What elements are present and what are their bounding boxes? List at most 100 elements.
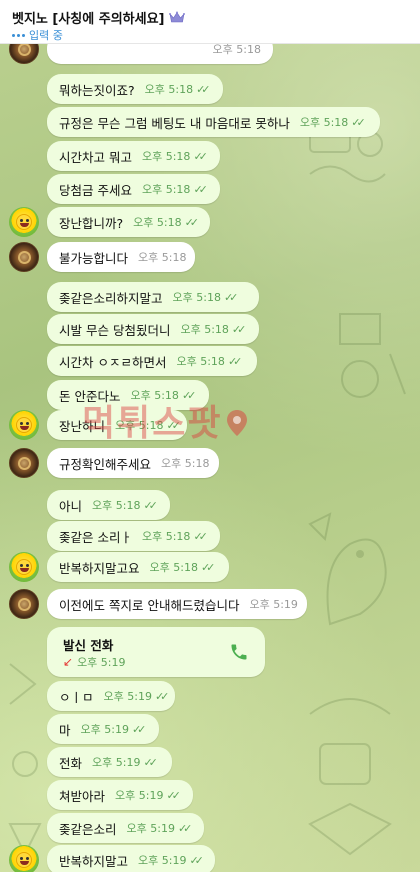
message-bubble[interactable]: 좆같은 소리ㅏ 오후 5:18 ✓✓ [47, 521, 220, 551]
double-check-icon: ✓✓ [189, 853, 204, 867]
message-row: 장난합니까? 오후 5:18 ✓✓ [0, 207, 420, 237]
chat-title[interactable]: 벳지노 [사칭에 주의하세요] [12, 8, 165, 27]
smiley-face-icon [16, 559, 32, 575]
message-meta: 오후 5:18 ✓✓ [142, 181, 208, 197]
message-text: 이전에도 쪽지로 안내해드렸습니다 [59, 597, 240, 613]
crown-icon [168, 11, 185, 23]
chat-title-row[interactable]: 벳지노 [사칭에 주의하세요] [12, 8, 408, 27]
message-meta: 오후 5:18 ✓✓ [142, 148, 208, 164]
message-row: 규정확인해주세요 오후 5:18 [0, 448, 420, 478]
outgoing-call-arrow-icon: ↙ [63, 655, 74, 669]
emblem-icon [18, 457, 31, 470]
message-bubble[interactable]: 오후 5:18 [47, 44, 273, 64]
message-bubble[interactable]: 쳐받아라 오후 5:19 ✓✓ [47, 780, 193, 810]
time-label: 오후 5:18 [149, 561, 198, 574]
double-check-icon: ✓✓ [131, 722, 147, 736]
avatar-betjino[interactable] [9, 589, 39, 619]
message-text: 규정확인해주세요 [59, 456, 152, 472]
message-meta: 오후 5:19 ✓✓ [104, 688, 170, 704]
call-title: 발신 전화 [63, 638, 114, 653]
message-row: 시간차 ㅇㅈㄹ하면서 오후 5:18 ✓✓ [0, 346, 420, 376]
message-row: 좆같은소리하지말고 오후 5:18 ✓✓ [0, 282, 420, 312]
time-label: 오후 5:18 [141, 530, 191, 543]
message-meta: 오후 5:18 ✓✓ [180, 321, 246, 337]
phone-icon[interactable] [229, 642, 249, 662]
time-label: 오후 5:18 [172, 291, 221, 304]
message-bubble[interactable]: 시간차고 뭐고 오후 5:18 ✓✓ [47, 141, 220, 171]
message-bubble[interactable]: 전화 오후 5:19 ✓✓ [47, 747, 172, 777]
double-check-icon: ✓✓ [184, 215, 200, 229]
chat-history[interactable]: 오후 5:18 뭐하는짓이죠? 오후 5:18 ✓✓ 규정은 무슨 그럼 베팅도 … [0, 44, 420, 872]
message-text: 쳐받아라 [59, 788, 106, 804]
double-check-icon: ✓✓ [227, 354, 243, 368]
message-bubble[interactable]: 이전에도 쪽지로 안내해드렸습니다 오후 5:19 [47, 589, 307, 619]
message-row: ㅇㅣㅁ 오후 5:19 ✓✓ [0, 681, 420, 711]
message-row: 불가능합니다 오후 5:18 [0, 242, 420, 272]
message-text: 시간차 ㅇㅈㄹ하면서 [59, 354, 167, 370]
message-text: 좆같은소리하지말고 [59, 290, 163, 306]
message-bubble[interactable]: 장난합니까? 오후 5:18 ✓✓ [47, 207, 210, 237]
message-meta: 오후 5:19 ✓✓ [81, 721, 147, 737]
time-label: 오후 5:18 [176, 355, 225, 368]
double-check-icon: ✓✓ [351, 115, 366, 129]
message-bubble[interactable]: 아니 오후 5:18 ✓✓ [47, 490, 170, 520]
typing-dots-icon [12, 33, 25, 37]
message-bubble[interactable]: 당첨금 주세요 오후 5:18 ✓✓ [47, 174, 220, 204]
time-label: 오후 5:18 [141, 183, 191, 196]
message-bubble[interactable]: 불가능합니다 오후 5:18 [47, 242, 195, 272]
message-text: ㅇㅣㅁ [59, 689, 94, 705]
call-meta: ↙ 오후 5:19 [63, 654, 126, 670]
message-text: 아니 [59, 498, 83, 514]
message-meta: 오후 5:18 ✓✓ [300, 114, 366, 130]
avatar-user[interactable] [9, 845, 39, 872]
double-check-icon: ✓✓ [193, 149, 208, 163]
message-meta: 오후 5:18 ✓✓ [173, 289, 239, 305]
message-row: 쳐받아라 오후 5:19 ✓✓ [0, 780, 420, 810]
message-text: 시간차고 뭐고 [59, 149, 132, 165]
time-label: 오후 5:19 [115, 789, 164, 802]
message-text: 좆같은소리 [59, 821, 117, 837]
outgoing-call-bubble[interactable]: 발신 전화 ↙ 오후 5:19 [47, 627, 265, 677]
message-bubble[interactable]: 규정확인해주세요 오후 5:18 [47, 448, 219, 478]
time-label: 오후 5:18 [212, 44, 261, 56]
typing-status-text: 입력 중 [29, 29, 63, 42]
double-check-icon: ✓✓ [193, 182, 208, 196]
avatar-betjino[interactable] [9, 448, 39, 478]
message-bubble[interactable]: 좆같은소리하지말고 오후 5:18 ✓✓ [47, 282, 259, 312]
time-label: 오후 5:19 [80, 723, 129, 736]
smiley-face-icon [16, 852, 32, 868]
avatar-user[interactable] [9, 552, 39, 582]
message-text: 반복하지말고 [59, 853, 129, 869]
avatar-user[interactable] [9, 207, 39, 237]
message-time: 오후 5:18 [213, 44, 261, 57]
message-text: 규정은 무슨 그럼 베팅도 내 마음대로 못하나 [59, 115, 290, 131]
time-label: 오후 5:18 [133, 216, 182, 229]
message-row: 마 오후 5:19 ✓✓ [0, 714, 420, 744]
message-meta: 오후 5:19 [249, 596, 297, 612]
message-bubble[interactable]: 뭐하는짓이죠? 오후 5:18 ✓✓ [47, 74, 223, 104]
message-text: 불가능합니다 [59, 250, 129, 266]
message-bubble[interactable]: 반복하지말고 오후 5:19 ✓✓ [47, 845, 215, 872]
message-meta: 오후 5:18 ✓✓ [92, 497, 158, 513]
message-bubble[interactable]: 규정은 무슨 그럼 베팅도 내 마음대로 못하나 오후 5:18 ✓✓ [47, 107, 380, 137]
avatar-user[interactable] [9, 410, 39, 440]
message-bubble[interactable]: 반복하지말고요 오후 5:18 ✓✓ [47, 552, 229, 582]
message-bubble[interactable]: 시간차 ㅇㅈㄹ하면서 오후 5:18 ✓✓ [47, 346, 257, 376]
message-row: 반복하지말고 오후 5:19 ✓✓ [0, 845, 420, 872]
message-bubble[interactable]: 시발 무슨 당첨됬더니 오후 5:18 ✓✓ [47, 314, 259, 344]
time-label: 오후 5:19 [126, 822, 175, 835]
message-bubble[interactable]: 마 오후 5:19 ✓✓ [47, 714, 159, 744]
double-check-icon: ✓✓ [223, 290, 239, 304]
map-pin-icon [227, 410, 248, 436]
message-bubble[interactable]: ㅇㅣㅁ 오후 5:19 ✓✓ [47, 681, 175, 711]
avatar-betjino[interactable] [9, 242, 39, 272]
double-check-icon: ✓✓ [200, 560, 216, 574]
message-meta: 오후 5:18 ✓✓ [133, 214, 199, 230]
time-label: 오후 5:18 [144, 83, 194, 96]
message-bubble[interactable]: 좆같은소리 오후 5:19 ✓✓ [47, 813, 204, 843]
time-label: 오후 5:18 [92, 499, 141, 512]
message-text: 시발 무슨 당첨됬더니 [59, 322, 171, 338]
message-row: 오후 5:18 [0, 44, 420, 64]
avatar-betjino[interactable] [9, 44, 39, 64]
message-meta: 오후 5:18 ✓✓ [176, 353, 242, 369]
